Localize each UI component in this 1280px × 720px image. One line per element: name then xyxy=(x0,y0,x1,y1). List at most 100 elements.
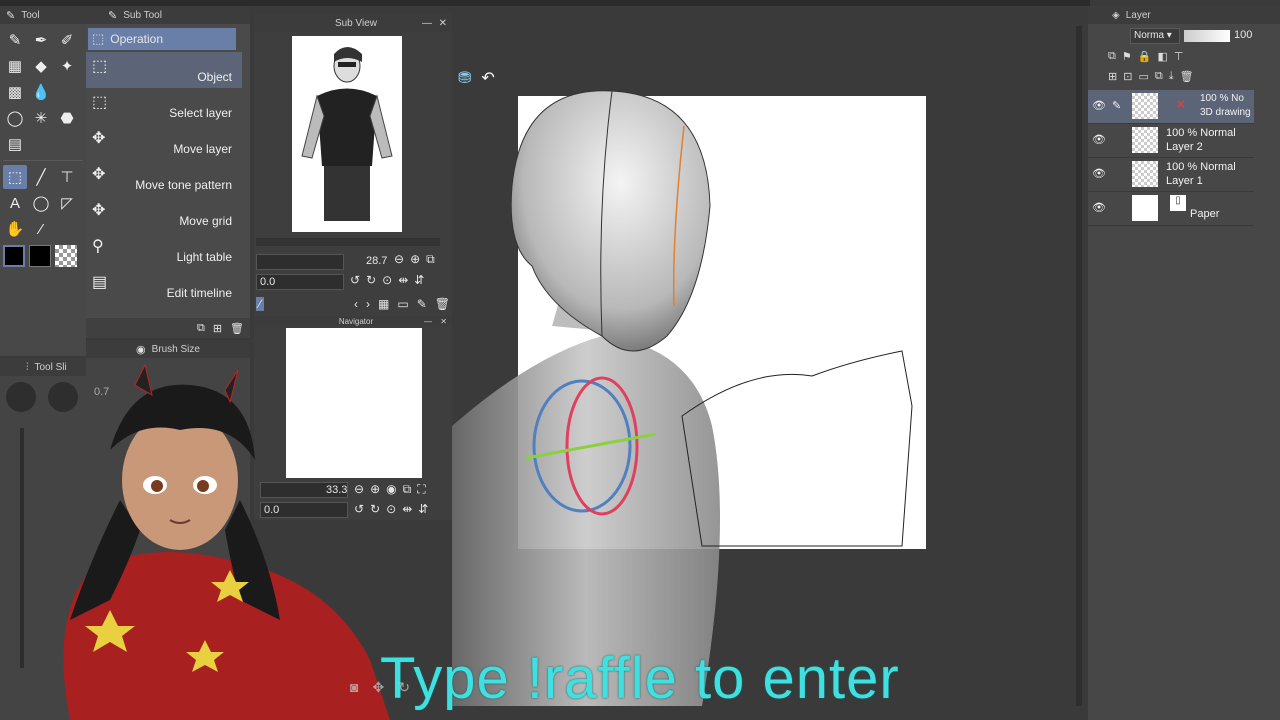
grid-icon[interactable]: ▩ xyxy=(3,80,27,104)
eyedropper-icon[interactable]: ⁄ xyxy=(256,297,265,311)
copy-icon[interactable]: ⧉ xyxy=(1155,70,1163,83)
trash-icon[interactable]: 🗑 xyxy=(435,297,450,311)
layer-row-2[interactable]: 👁 100 % Normal Layer 2 xyxy=(1088,124,1254,158)
subtool-object[interactable]: ⬚ Object xyxy=(86,52,242,88)
layer-thumbnail xyxy=(1132,93,1158,119)
mask-icon[interactable]: ◧ xyxy=(1157,50,1167,63)
reference-icon[interactable]: ⚑ xyxy=(1122,50,1132,63)
camera-icon[interactable]: ◙ xyxy=(350,679,358,695)
sub-color-swatch[interactable] xyxy=(29,245,51,267)
layer-row-1[interactable]: 👁 100 % Normal Layer 1 xyxy=(1088,158,1254,192)
close-icon[interactable]: ✕ xyxy=(439,18,447,29)
trash-icon[interactable]: 🗑 xyxy=(1180,70,1194,83)
new-layer-icon[interactable]: ⊞ xyxy=(1108,70,1117,83)
pencil-icon[interactable]: ✎ xyxy=(3,28,27,52)
brush-size-header: ◉ Brush Size xyxy=(86,340,250,358)
subtool-move-grid[interactable]: ✥ Move grid xyxy=(86,196,242,232)
zoom-out-icon[interactable]: ⊖ xyxy=(394,252,404,267)
opacity-slider[interactable] xyxy=(1184,30,1230,42)
move-icon: ✥ xyxy=(92,166,106,183)
reference-image xyxy=(292,36,402,232)
marker-icon[interactable]: ✐ xyxy=(55,28,79,52)
subtool-select-layer[interactable]: ⬚ Select layer xyxy=(86,88,242,124)
3d-model-figure[interactable] xyxy=(452,6,1082,706)
thumbnail-grid-icon[interactable]: ▦ xyxy=(378,297,389,311)
subtool-edit-timeline[interactable]: ▤ Edit timeline xyxy=(86,268,242,304)
gradient-icon[interactable]: ▤ xyxy=(3,132,27,156)
merge-icon[interactable]: ⤓ xyxy=(1169,70,1174,83)
fill-icon[interactable]: ▦ xyxy=(3,54,27,78)
timeline-icon: ▤ xyxy=(92,274,108,291)
main-color-swatch[interactable] xyxy=(3,245,25,267)
pen-icon[interactable]: ✒ xyxy=(29,28,53,52)
canvas-area[interactable]: ⛃ ↶ xyxy=(452,6,1082,706)
subtool-move-tone-pattern[interactable]: ✥ Move tone pattern xyxy=(86,160,242,196)
subtool-move-layer[interactable]: ✥ Move layer xyxy=(86,124,242,160)
close-icon[interactable]: ✕ xyxy=(440,317,447,326)
layer-thumbnail xyxy=(1132,127,1158,153)
subtool-light-table[interactable]: ⚲ Light table xyxy=(86,232,242,268)
blend-mode-select[interactable]: Norma ▾ xyxy=(1130,28,1180,44)
subview-zoom-slider[interactable] xyxy=(256,254,344,270)
minimize-icon[interactable]: — xyxy=(424,317,432,326)
ruler-icon[interactable]: ⊤ xyxy=(1174,50,1184,63)
rotate-right-icon[interactable]: ↻ xyxy=(366,273,376,287)
add-icon[interactable]: ⊞ xyxy=(213,322,222,335)
clip-icon[interactable]: ⧉ xyxy=(1108,50,1116,63)
subtool-label: Object xyxy=(197,70,232,84)
layer-row-paper[interactable]: 👁 ▯ Paper xyxy=(1088,192,1254,226)
open-folder-icon[interactable]: ▭ xyxy=(397,297,408,311)
balloon-icon[interactable]: ◯ xyxy=(29,191,53,215)
auto-select-icon[interactable]: ✳ xyxy=(29,106,53,130)
water-drop-icon[interactable]: 💧 xyxy=(29,80,53,104)
copy-icon[interactable]: ⧉ xyxy=(197,322,205,335)
subview-hscroll[interactable] xyxy=(256,238,440,246)
eye-icon[interactable]: 👁 xyxy=(1092,201,1106,214)
fullscreen-icon[interactable]: ⛶ xyxy=(417,482,425,497)
bucket-icon[interactable]: ⬣ xyxy=(55,106,79,130)
camera-rotate-icon[interactable]: ⛃ xyxy=(458,68,471,88)
canvas-vscroll[interactable] xyxy=(1076,26,1082,706)
flip-vertical-icon[interactable]: ⇵ xyxy=(414,273,424,287)
lock-icon[interactable]: 🔒 xyxy=(1138,50,1152,63)
text-icon[interactable]: A xyxy=(3,191,27,215)
new-folder-icon[interactable]: ▭ xyxy=(1138,70,1148,83)
rotate-icon[interactable]: ↻ xyxy=(398,679,410,696)
eye-icon[interactable]: 👁 xyxy=(1092,167,1106,180)
prev-icon[interactable]: ‹ xyxy=(354,297,358,311)
fit-icon[interactable]: ⧉ xyxy=(426,252,435,267)
rotate-left-icon[interactable]: ↺ xyxy=(350,273,360,287)
new-vector-icon[interactable]: ⊡ xyxy=(1123,70,1132,83)
layer-row-3d[interactable]: 👁 ✎ ✕ 100 % No 3D drawing xyxy=(1088,90,1254,124)
zoom-in-icon[interactable]: ⊕ xyxy=(410,252,420,267)
undo-icon[interactable]: ↶ xyxy=(481,68,494,88)
line-icon[interactable]: ╱ xyxy=(29,165,53,189)
trash-icon[interactable]: 🗑 xyxy=(230,322,244,335)
layers-icon: ◈ xyxy=(1112,9,1120,21)
flip-vertical-icon[interactable]: ⇵ xyxy=(418,502,428,516)
edit-icon[interactable]: ✎ xyxy=(417,297,427,311)
flip-icon[interactable]: ⇹ xyxy=(398,273,408,287)
light-table-icon: ⚲ xyxy=(92,238,104,255)
tool-panel: ✎ Tool ✎ ✒ ✐ ▦ ◆ ✦ ▩ 💧 ◯ ✳ ⬣ ▤ ⬚ ╱ ⊤ A ◯… xyxy=(0,6,86,356)
eye-icon[interactable]: 👁 xyxy=(1092,99,1106,112)
eye-icon[interactable]: 👁 xyxy=(1092,133,1106,146)
operation-icon[interactable]: ⬚ xyxy=(3,165,27,189)
navigator-title: Navigator xyxy=(338,316,374,326)
tool-panel-title: Tool xyxy=(21,9,40,21)
subview-zoom-value: 28.7 xyxy=(366,255,388,267)
vertical-slider[interactable] xyxy=(20,428,24,668)
hand-icon[interactable]: ✋ xyxy=(3,217,27,241)
minimize-icon[interactable]: — xyxy=(422,18,432,29)
lasso-icon[interactable]: ◯ xyxy=(3,106,27,130)
frame-icon[interactable]: ◸ xyxy=(55,191,79,215)
sparkle-icon[interactable]: ✦ xyxy=(55,54,79,78)
next-icon[interactable]: › xyxy=(366,297,370,311)
transparent-color-swatch[interactable] xyxy=(55,245,77,267)
move-icon[interactable]: ✥ xyxy=(372,679,384,696)
eyedropper-icon[interactable]: ⁄ xyxy=(29,217,53,241)
subtool-group-tab[interactable]: ⬚ Operation xyxy=(88,28,236,50)
reset-rotate-icon[interactable]: ⊙ xyxy=(382,273,392,287)
eraser-icon[interactable]: ◆ xyxy=(29,54,53,78)
ruler-icon[interactable]: ⊤ xyxy=(55,165,79,189)
